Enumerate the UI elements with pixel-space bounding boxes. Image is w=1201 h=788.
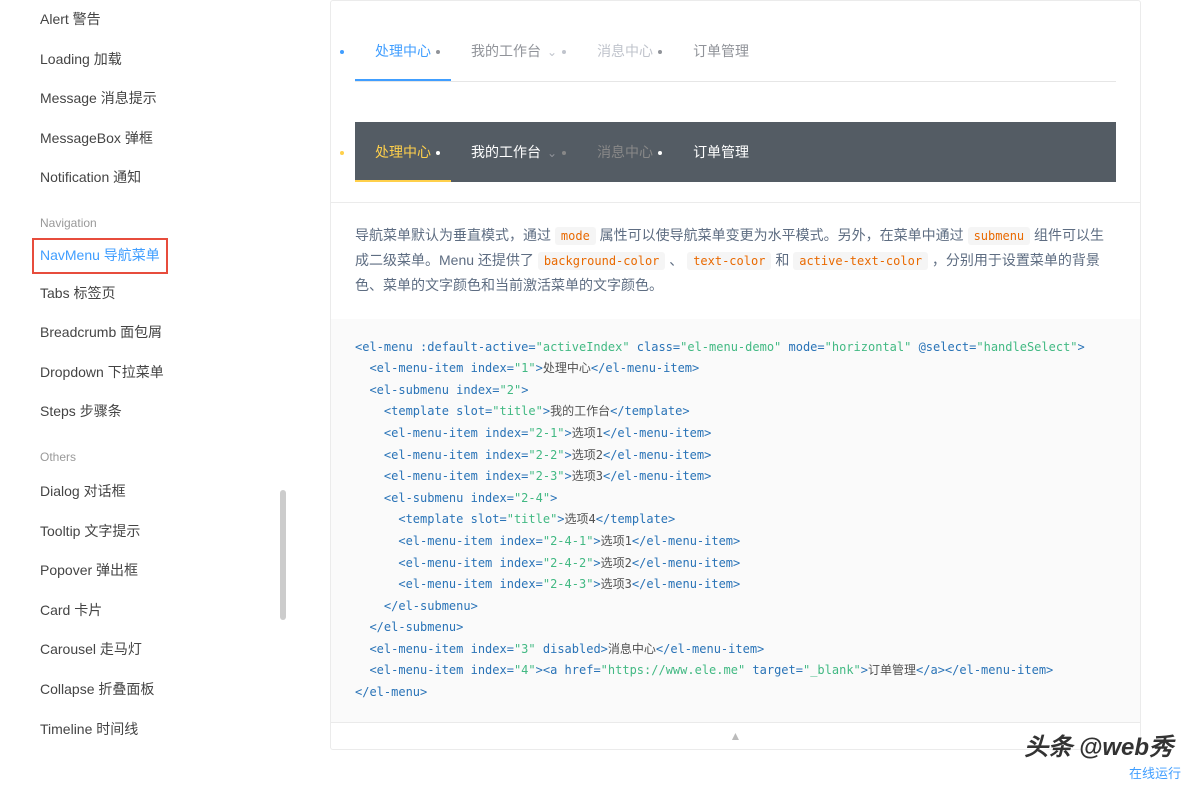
nav-item-loading[interactable]: Loading 加载 — [40, 40, 270, 80]
code-submenu: submenu — [968, 227, 1031, 245]
nav-group-others: Others — [40, 450, 270, 464]
code-mode: mode — [555, 227, 596, 245]
nav-item-steps[interactable]: Steps 步骤条 — [40, 392, 270, 432]
menu-item-workspace-dark[interactable]: 我的工作台⌄ — [451, 122, 577, 182]
code-textcolor: text-color — [687, 252, 771, 270]
nav-item-tabs[interactable]: Tabs 标签页 — [40, 274, 270, 314]
code-activetextcolor: active-text-color — [793, 252, 928, 270]
demo-block-light: 处理中心 我的工作台⌄ 消息中心 订单管理 处理中心 我的工作台⌄ 消息中心 订… — [330, 0, 1141, 750]
nav-item-navmenu[interactable]: NavMenu 导航菜单 — [32, 238, 168, 274]
nav-item-tooltip[interactable]: Tooltip 文字提示 — [40, 512, 270, 552]
nav-group-navigation: Navigation — [40, 216, 270, 230]
nav-item-popover[interactable]: Popover 弹出框 — [40, 551, 270, 591]
nav-item-messagebox[interactable]: MessageBox 弹框 — [40, 119, 270, 159]
menu-item-workspace[interactable]: 我的工作台⌄ — [451, 21, 577, 81]
nav-item-alert[interactable]: Alert 警告 — [40, 0, 270, 40]
horizontal-menu-dark: 处理中心 我的工作台⌄ 消息中心 订单管理 — [355, 122, 1116, 182]
nav-item-timeline[interactable]: Timeline 时间线 — [40, 710, 270, 750]
run-online-link[interactable]: 在线运行 — [1129, 763, 1181, 782]
demo-description: 导航菜单默认为垂直模式，通过 mode 属性可以使导航菜单变更为水平模式。另外，… — [331, 202, 1140, 319]
nav-item-notification[interactable]: Notification 通知 — [40, 158, 270, 198]
chevron-down-icon: ⌄ — [547, 123, 557, 183]
chevron-down-icon: ⌄ — [547, 22, 557, 82]
sidebar-nav: Alert 警告 Loading 加载 Message 消息提示 Message… — [0, 0, 290, 788]
nav-item-card[interactable]: Card 卡片 — [40, 591, 270, 631]
nav-item-dropdown[interactable]: Dropdown 下拉菜单 — [40, 353, 270, 393]
nav-item-carousel[interactable]: Carousel 走马灯 — [40, 630, 270, 670]
nav-item-breadcrumb[interactable]: Breadcrumb 面包屑 — [40, 313, 270, 353]
code-bgcolor: background-color — [538, 252, 666, 270]
menu-item-orders[interactable]: 订单管理 — [673, 21, 769, 81]
code-example: <el-menu :default-active="activeIndex" c… — [331, 319, 1140, 722]
horizontal-menu-light: 处理中心 我的工作台⌄ 消息中心 订单管理 — [355, 21, 1116, 82]
sidebar-scrollbar[interactable] — [280, 490, 286, 620]
chevron-up-icon: ▲ — [730, 729, 742, 743]
menu-item-orders-dark[interactable]: 订单管理 — [673, 122, 769, 182]
collapse-toggle[interactable]: ▲ 在线运行 — [331, 722, 1140, 749]
nav-item-collapse[interactable]: Collapse 折叠面板 — [40, 670, 270, 710]
nav-item-message[interactable]: Message 消息提示 — [40, 79, 270, 119]
main-content: 处理中心 我的工作台⌄ 消息中心 订单管理 处理中心 我的工作台⌄ 消息中心 订… — [290, 0, 1201, 788]
nav-item-dialog[interactable]: Dialog 对话框 — [40, 472, 270, 512]
